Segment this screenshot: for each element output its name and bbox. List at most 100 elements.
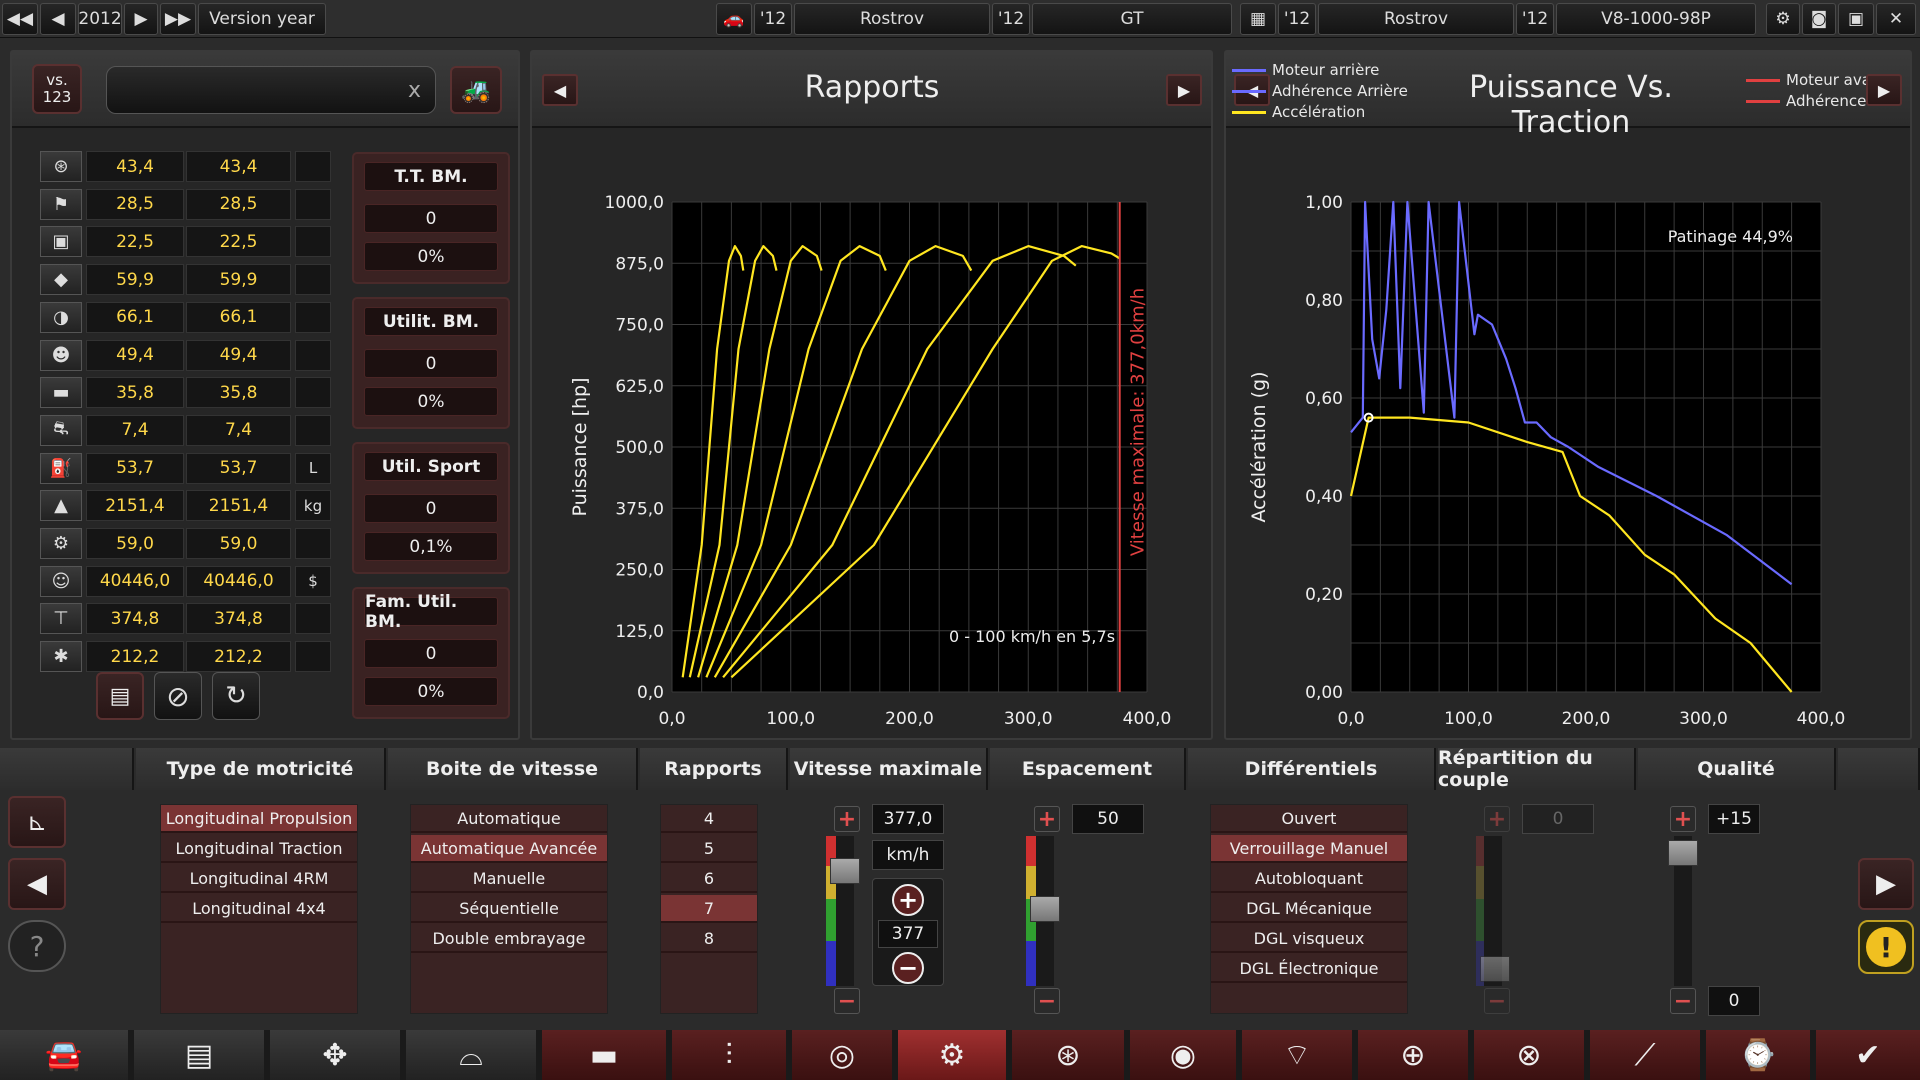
torque-minus-button[interactable]: −: [1484, 988, 1510, 1014]
engine-button[interactable]: ▦: [1240, 3, 1276, 35]
tab-suspension[interactable]: ✥: [270, 1030, 400, 1080]
tab-brakes[interactable]: ◉: [1130, 1030, 1236, 1080]
tab-finish[interactable]: ✔: [1816, 1030, 1920, 1080]
torque-slider[interactable]: [1480, 956, 1510, 982]
left-arrow-icon: ◀: [51, 9, 65, 29]
stat-compare-value: 7,4: [186, 414, 291, 446]
version-year-label[interactable]: Version year: [198, 3, 326, 35]
torque-plus-button[interactable]: +: [1484, 806, 1510, 832]
drive-type-option[interactable]: Longitudinal Propulsion: [161, 805, 357, 833]
car-model[interactable]: GT: [1032, 3, 1232, 35]
service-car-icon: ⚙: [40, 528, 82, 559]
next-chart-button[interactable]: ▶: [1166, 74, 1202, 106]
vmax-slider[interactable]: [830, 858, 860, 884]
stat-value: 66,1: [86, 301, 184, 333]
vmax-plus-button[interactable]: +: [834, 806, 860, 832]
vmax-target-plus[interactable]: +: [892, 884, 924, 916]
engine-year-2: '12: [1516, 3, 1554, 35]
tractor-button[interactable]: 🚜: [450, 66, 502, 114]
engine-model[interactable]: V8-1000-98P: [1556, 3, 1756, 35]
gearbox-option[interactable]: Séquentielle: [411, 895, 607, 923]
spacing-plus-button[interactable]: +: [1034, 806, 1060, 832]
tab-frame[interactable]: ▤: [134, 1030, 264, 1080]
tab-wheels[interactable]: ⊛: [1012, 1030, 1124, 1080]
engine-maker[interactable]: Rostrov: [1318, 3, 1514, 35]
gearbox-option[interactable]: Double embrayage: [411, 925, 607, 953]
close-button[interactable]: ✕: [1876, 3, 1916, 35]
tab-body[interactable]: ⌓: [406, 1030, 536, 1080]
help-button[interactable]: ?: [8, 920, 66, 972]
back-button[interactable]: ◀: [8, 858, 66, 910]
gear-count-option[interactable]: 7: [661, 895, 757, 923]
tab-testing[interactable]: ⟋: [1590, 1030, 1700, 1080]
drive-type-option[interactable]: Longitudinal Traction: [161, 835, 357, 863]
quality-plus-button[interactable]: +: [1670, 806, 1696, 832]
differential-option[interactable]: DGL Mécanique: [1211, 895, 1407, 923]
tab-turbo[interactable]: ◎: [792, 1030, 892, 1080]
drive-type-option[interactable]: Longitudinal 4RM: [161, 865, 357, 893]
gear-count-option[interactable]: 4: [661, 805, 757, 833]
quality-minus-button[interactable]: −: [1670, 988, 1696, 1014]
clear-icon[interactable]: x: [408, 78, 421, 103]
save-button[interactable]: ▣: [1838, 3, 1874, 35]
compare-button[interactable]: vs. 123: [32, 64, 82, 114]
tab-performance[interactable]: ⌚: [1706, 1030, 1810, 1080]
differential-option[interactable]: Ouvert: [1211, 805, 1407, 833]
stat-row: ✱ 212,2 212,2: [40, 640, 332, 673]
gear-count-option[interactable]: 6: [661, 865, 757, 893]
stat-value: 53,7: [86, 452, 184, 484]
spacing-slider[interactable]: [1030, 896, 1060, 922]
stopwatch-flag-icon: ⌚: [1739, 1037, 1777, 1073]
search-input[interactable]: x: [106, 66, 436, 114]
column-header: Espacement: [990, 748, 1186, 790]
tab-chassis[interactable]: 🚘: [0, 1030, 128, 1080]
gear-count-option[interactable]: 5: [661, 835, 757, 863]
stat-unit: [295, 339, 331, 371]
gearbox-option[interactable]: Automatique Avancée: [411, 835, 607, 863]
stat-unit: [295, 414, 331, 446]
first-year-button[interactable]: ◀◀: [2, 3, 38, 35]
gearbox-option[interactable]: Automatique: [411, 805, 607, 833]
suspension-geometry-button[interactable]: ⊾: [8, 796, 66, 848]
gearbox-option[interactable]: Manuelle: [411, 865, 607, 893]
stat-compare-value: 49,4: [186, 339, 291, 371]
y-tick-label: 0,20: [1305, 585, 1343, 605]
screenshot-button[interactable]: ◙: [1802, 3, 1836, 35]
tab-safety[interactable]: ⊗: [1474, 1030, 1584, 1080]
differential-option[interactable]: Autobloquant: [1211, 865, 1407, 893]
prev-year-button[interactable]: ◀: [40, 3, 76, 35]
prev-chart-button[interactable]: ◀: [542, 74, 578, 106]
report-button[interactable]: ▤: [96, 672, 144, 720]
vmax-unit[interactable]: km/h: [872, 840, 944, 870]
gear-count-option[interactable]: 8: [661, 925, 757, 953]
car-front-icon: 🚗: [723, 9, 745, 29]
vmax-target-minus[interactable]: −: [892, 952, 924, 984]
differential-option[interactable]: Verrouillage Manuel: [1211, 835, 1407, 863]
drive-type-option[interactable]: Longitudinal 4x4: [161, 895, 357, 923]
next-year-button[interactable]: ▶: [124, 3, 158, 35]
tab-aero[interactable]: ⌔: [1242, 1030, 1352, 1080]
differential-option[interactable]: DGL visqueux: [1211, 925, 1407, 953]
tab-interior[interactable]: ⊕: [1358, 1030, 1468, 1080]
tab-transmission[interactable]: ⚙: [898, 1030, 1006, 1080]
last-year-button[interactable]: ▶▶: [160, 3, 196, 35]
car-maker[interactable]: Rostrov: [794, 3, 990, 35]
warning-button[interactable]: !: [1858, 920, 1914, 974]
quality-slider[interactable]: [1668, 840, 1698, 866]
tab-engine-details[interactable]: ⫶: [672, 1030, 786, 1080]
differential-option[interactable]: DGL Électronique: [1211, 955, 1407, 983]
quality-min-value: 0: [1708, 986, 1760, 1016]
undo-button[interactable]: ↻: [212, 672, 260, 720]
year-field[interactable]: 2012: [78, 3, 122, 35]
spacing-minus-button[interactable]: −: [1034, 988, 1060, 1014]
reset-button[interactable]: ⊘: [154, 672, 202, 720]
market-percent: 0,1%: [364, 532, 498, 561]
vmax-minus-button[interactable]: −: [834, 988, 860, 1014]
settings-button[interactable]: ⚙: [1766, 3, 1800, 35]
car-body-button[interactable]: 🚗: [716, 3, 752, 35]
tab-engine[interactable]: ▬: [542, 1030, 666, 1080]
next-button[interactable]: ▶: [1858, 858, 1914, 910]
next-chart2-button[interactable]: ▶: [1866, 74, 1902, 106]
gear-half-icon: ⚙: [938, 1037, 966, 1073]
legend-right: Moteur ava Adhérence: [1746, 70, 1876, 112]
